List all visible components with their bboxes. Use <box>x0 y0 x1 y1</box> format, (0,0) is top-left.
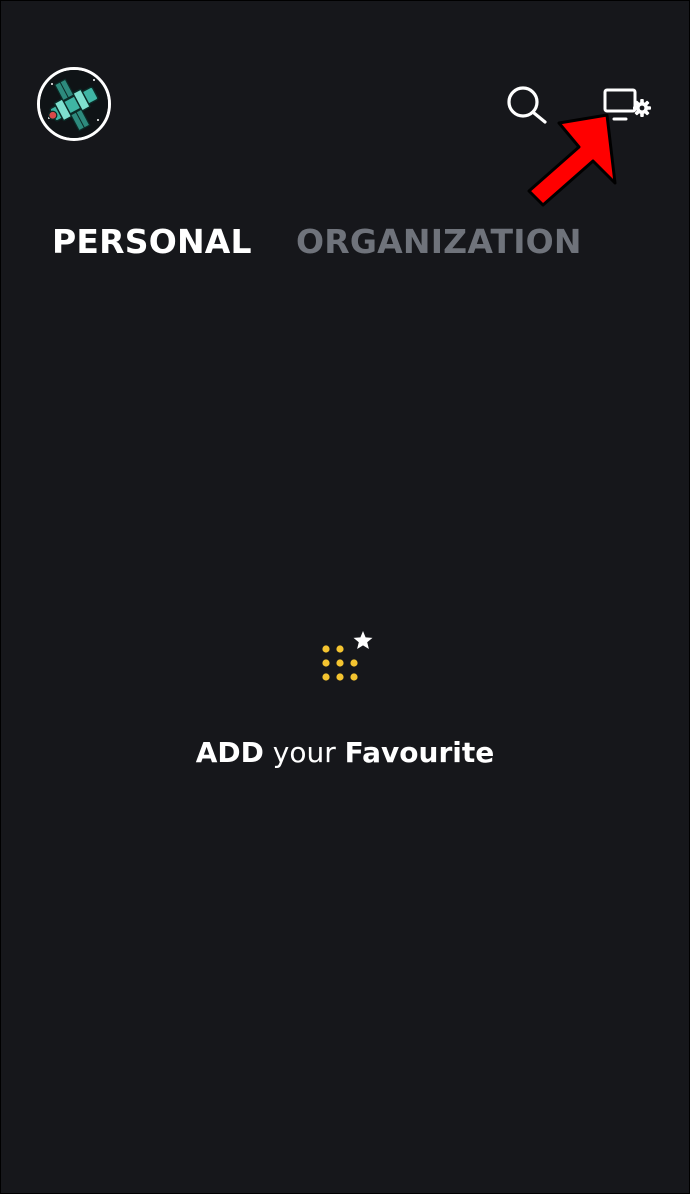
favourite-text: Favourite <box>344 736 495 769</box>
telescope-avatar-icon <box>40 70 108 138</box>
app-screen: PERSONAL ORGANIZATION ADD your Favourite <box>1 1 689 1193</box>
avatar[interactable] <box>37 67 111 141</box>
device-settings-icon <box>603 88 651 121</box>
search-icon <box>507 86 547 124</box>
your-text: your <box>263 736 345 769</box>
empty-state-message: ADD your Favourite <box>1 733 689 773</box>
tab-organization[interactable]: ORGANIZATION <box>296 221 582 263</box>
favourite-grid-star-icon[interactable] <box>317 629 377 687</box>
search-button[interactable] <box>503 83 551 127</box>
device-settings-button[interactable] <box>599 85 659 125</box>
empty-state: ADD your Favourite <box>1 627 689 787</box>
add-text: ADD <box>195 736 264 769</box>
tab-personal[interactable]: PERSONAL <box>52 221 252 263</box>
